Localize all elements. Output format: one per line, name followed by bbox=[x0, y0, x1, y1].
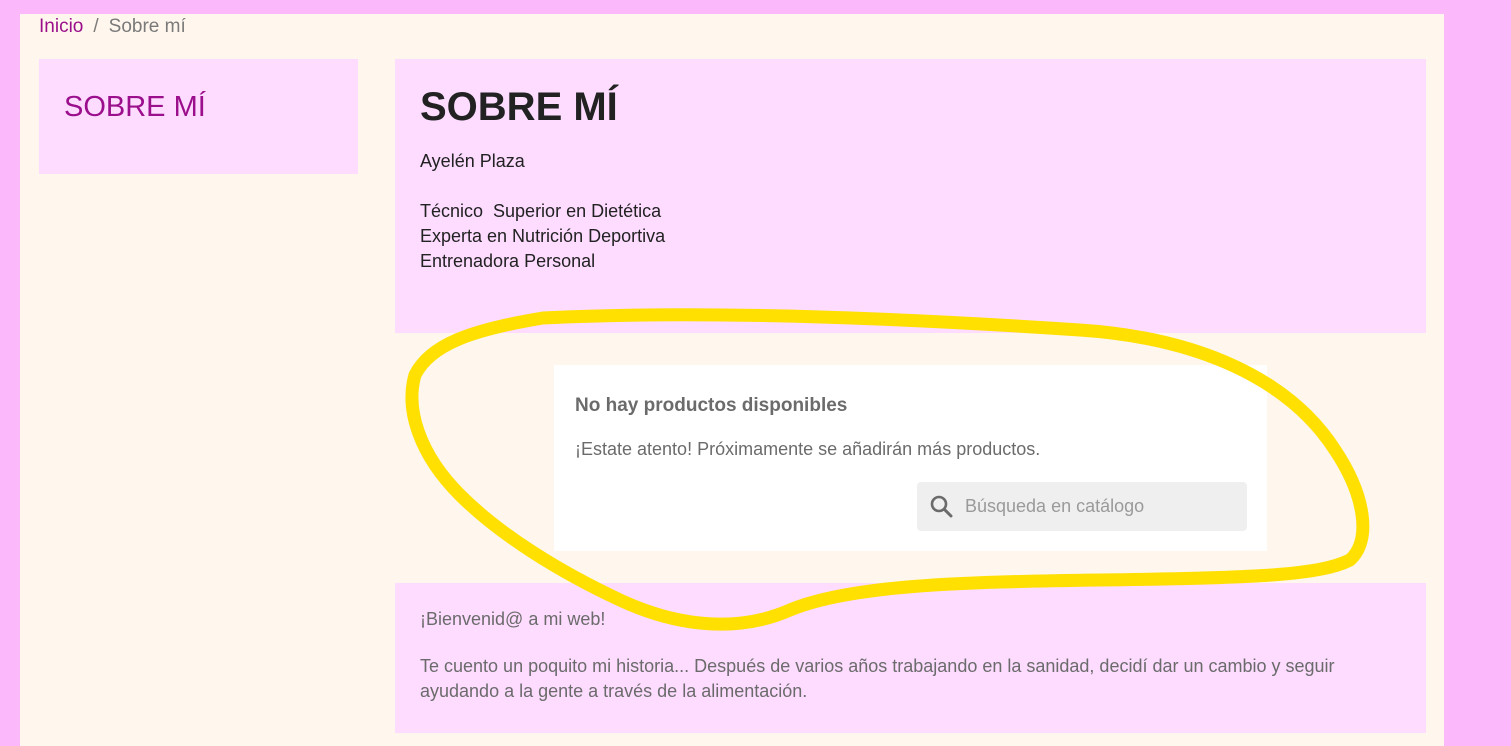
no-products-message: ¡Estate atento! Próximamente se añadirán… bbox=[575, 439, 1041, 459]
welcome-heading: ¡Bienvenid@ a mi web! bbox=[420, 609, 606, 629]
catalog-search bbox=[917, 482, 1247, 531]
breadcrumb-separator: / bbox=[93, 16, 99, 37]
welcome-body: Te cuento un poquito mi historia... Desp… bbox=[420, 656, 1335, 701]
breadcrumb-home-link[interactable]: Inicio bbox=[39, 16, 83, 37]
page-content: Inicio / Sobre mí SOBRE MÍ SOBRE MÍ Ayelén… bbox=[20, 14, 1444, 746]
breadcrumb: Inicio / Sobre mí bbox=[39, 16, 186, 38]
about-spacer bbox=[420, 174, 665, 199]
page-title: SOBRE MÍ bbox=[420, 85, 618, 129]
catalog-search-input[interactable] bbox=[965, 482, 1235, 531]
no-products-card: No hay productos disponibles ¡Estate ate… bbox=[554, 365, 1267, 551]
search-icon[interactable] bbox=[929, 494, 955, 520]
sidebar-title[interactable]: SOBRE MÍ bbox=[64, 91, 206, 124]
no-products-title: No hay productos disponibles bbox=[575, 395, 848, 416]
about-text: Ayelén Plaza Técnico Superior en Dietéti… bbox=[420, 149, 665, 274]
sidebar-category-box: SOBRE MÍ bbox=[39, 59, 358, 174]
about-qualification-1: Técnico Superior en Dietética bbox=[420, 201, 662, 221]
welcome-panel: ¡Bienvenid@ a mi web! Te cuento un poqui… bbox=[395, 583, 1426, 733]
about-qualification-3: Entrenadora Personal bbox=[420, 251, 596, 271]
about-name: Ayelén Plaza bbox=[420, 151, 525, 171]
about-qualification-2: Experta en Nutrición Deportiva bbox=[420, 226, 666, 246]
breadcrumb-current: Sobre mí bbox=[108, 16, 186, 37]
about-panel: SOBRE MÍ Ayelén Plaza Técnico Superior e… bbox=[395, 59, 1426, 333]
